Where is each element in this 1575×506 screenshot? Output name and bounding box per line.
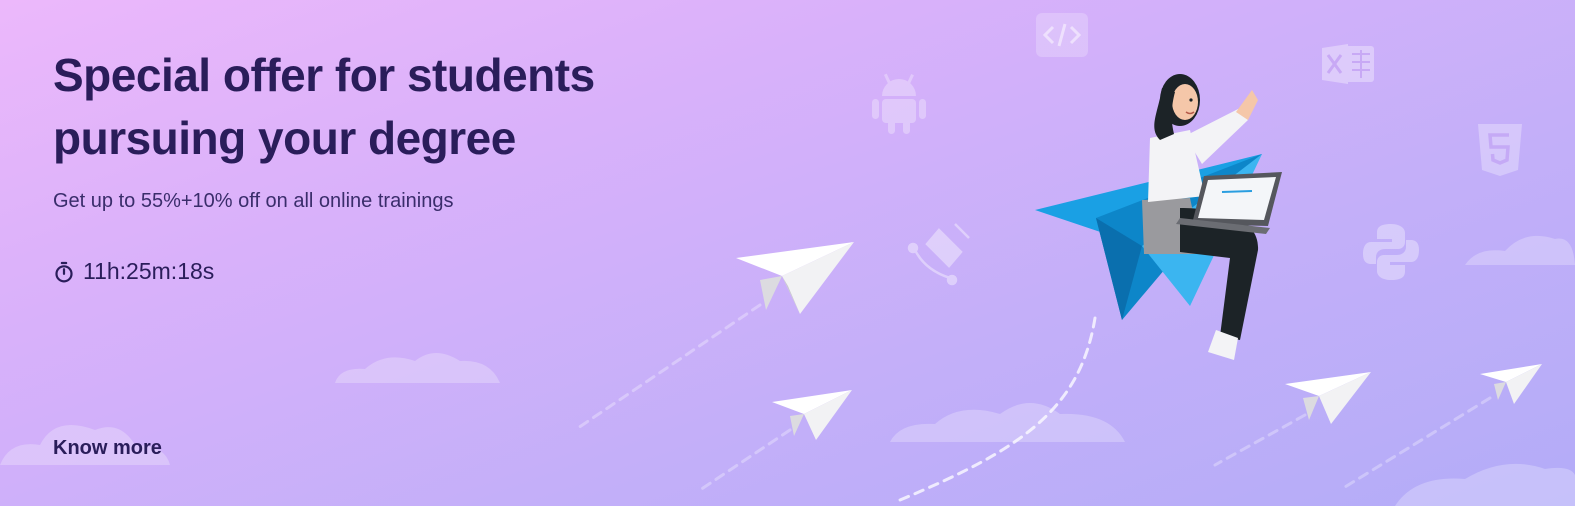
page-title: Special offer for students pursuing your… [53, 49, 595, 164]
paper-plane-right [1285, 372, 1371, 424]
student-on-paper-plane-illustration [1035, 74, 1282, 360]
stopwatch-icon [55, 261, 73, 282]
paper-plane-large [736, 242, 854, 314]
offer-subtitle: Get up to 55%+10% off on all online trai… [53, 190, 454, 212]
know-more-link[interactable]: Know more [53, 437, 162, 460]
paper-plane-far-right [1480, 364, 1542, 404]
paper-plane-small [772, 390, 852, 440]
promo-banner: Special offer for students pursuing your… [0, 0, 1575, 506]
countdown-timer: 11h:25m:18s [53, 258, 214, 285]
countdown-value: 11h:25m:18s [83, 258, 215, 284]
